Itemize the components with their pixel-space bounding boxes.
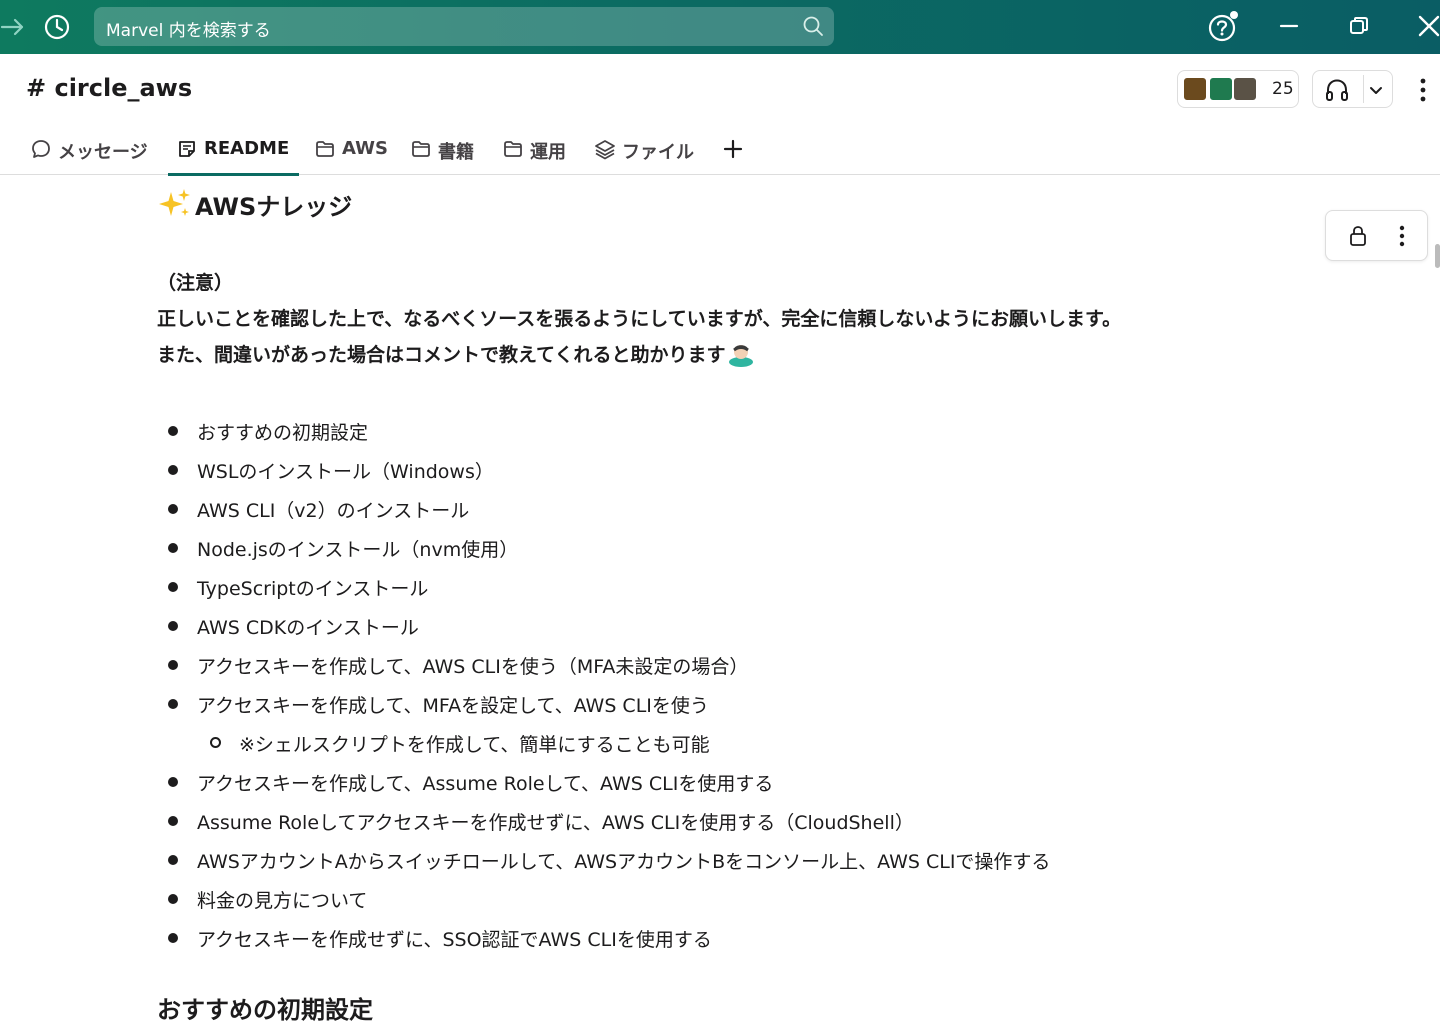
bullet-icon [210, 737, 221, 748]
section-heading: おすすめの初期設定 [157, 996, 373, 1024]
tab-label: AWS [342, 138, 388, 159]
tab-files[interactable]: ファイル [594, 128, 694, 175]
help-icon[interactable] [1207, 11, 1239, 43]
bullet-icon [168, 543, 178, 553]
tab-aws[interactable]: AWS [314, 128, 388, 175]
canvas-icon [179, 141, 195, 157]
bullet-icon [168, 816, 178, 826]
tab-readme[interactable]: README [167, 128, 300, 176]
tab-operations[interactable]: 運用 [502, 128, 566, 175]
document-title: AWSナレッジ [157, 186, 352, 222]
list-item-text[interactable]: 料金の見方について [197, 886, 367, 913]
channel-tabs: メッセージ README AWS 書籍 運用 ファイル [0, 128, 1000, 176]
canvas-document: AWSナレッジ （注意） 正しいことを確認した上で、なるべくソースを張るようにし… [0, 176, 1440, 1036]
search-input[interactable]: Marvel 内を検索する [94, 7, 834, 46]
members-button[interactable]: 25 [1177, 70, 1299, 108]
search-placeholder: Marvel 内を検索する [106, 21, 271, 41]
headphones-icon [1326, 79, 1348, 101]
document-toolbar [1325, 210, 1428, 261]
note-text: 正しいことを確認した上で、なるべくソースを張るようにしていますが、完全に信頼しな… [157, 308, 1122, 330]
list-item-text[interactable]: WSLのインストール（Windows） [197, 457, 494, 484]
bullet-icon [168, 426, 178, 436]
list-item-text[interactable]: Assume Roleしてアクセスキーを作成せずに、AWS CLIを使用する（C… [197, 808, 914, 835]
channel-title[interactable]: # circle_aws [26, 74, 192, 102]
list-item-text[interactable]: TypeScriptのインストール [197, 574, 428, 601]
bullet-icon [168, 582, 178, 592]
lock-icon[interactable] [1347, 224, 1369, 248]
bullet-icon [168, 894, 178, 904]
minimize-icon[interactable] [1276, 13, 1302, 39]
bullet-icon [168, 855, 178, 865]
search-icon [803, 16, 823, 36]
chevron-down-icon[interactable] [1367, 81, 1385, 99]
list-item-text[interactable]: Node.jsのインストール（nvm使用） [197, 535, 518, 562]
list-item-text[interactable]: アクセスキーを作成して、Assume Roleして、AWS CLIを使用する [197, 769, 773, 796]
list-item-text[interactable]: AWS CLI（v2）のインストール [197, 496, 469, 523]
note-heading: （注意） [157, 272, 234, 294]
list-item-text[interactable]: おすすめの初期設定 [197, 418, 368, 445]
add-tab-icon[interactable] [720, 136, 746, 162]
sparkles-icon [159, 189, 190, 216]
list-item-text[interactable]: AWS CDKのインストール [197, 613, 419, 640]
list-item-text[interactable]: AWSアカウントAからスイッチロールして、AWSアカウントBをコンソール上、AW… [197, 847, 1050, 874]
person-bowing-icon [729, 345, 754, 367]
avatar [1232, 76, 1258, 102]
avatar [1182, 76, 1208, 102]
list-item-text[interactable]: アクセスキーを作成して、AWS CLIを使う（MFA未設定の場合） [197, 652, 748, 679]
note-line: 正しいことを確認した上で、なるべくソースを張るようにしていますが、完全に信頼しな… [157, 304, 1121, 331]
more-options-icon[interactable] [1390, 223, 1414, 249]
document-title-text: AWSナレッジ [195, 192, 353, 221]
list-item-text[interactable]: アクセスキーを作成せずに、SSO認証でAWS CLIを使用する [197, 925, 712, 952]
note-text: また、間違いがあった場合はコメントで教えてくれると助かります [157, 343, 726, 366]
bullet-icon [168, 933, 178, 943]
restore-window-icon[interactable] [1346, 13, 1372, 39]
divider [1363, 75, 1364, 103]
bullet-icon [168, 699, 178, 709]
message-icon [32, 140, 50, 158]
close-icon[interactable] [1416, 13, 1440, 39]
tab-label: ファイル [622, 142, 694, 163]
bullet-icon [168, 660, 178, 670]
tab-books[interactable]: 書籍 [410, 128, 474, 175]
folder-icon [412, 141, 430, 157]
list-item-text[interactable]: ※シェルスクリプトを作成して、簡単にすることも可能 [239, 730, 710, 757]
tab-label: 書籍 [438, 142, 474, 163]
history-icon[interactable] [42, 12, 72, 42]
folder-icon [504, 141, 522, 157]
tab-messages[interactable]: メッセージ [30, 128, 148, 175]
channel-header: # circle_aws 25 メッセージ README AWS 書籍 運用 フ… [0, 54, 1440, 176]
member-count: 25 [1272, 79, 1294, 99]
folder-icon [316, 141, 334, 157]
avatar [1208, 76, 1234, 102]
bullet-icon [168, 465, 178, 475]
note-line: また、間違いがあった場合はコメントで教えてくれると助かります [157, 339, 755, 367]
layers-icon [595, 140, 615, 160]
scrollbar[interactable] [1435, 244, 1440, 268]
bullet-icon [168, 504, 178, 514]
tab-label: 運用 [530, 142, 566, 163]
bullet-icon [168, 777, 178, 787]
list-item-text[interactable]: アクセスキーを作成して、MFAを設定して、AWS CLIを使う [197, 691, 709, 718]
huddle-button[interactable] [1312, 70, 1393, 108]
more-options-icon[interactable] [1410, 74, 1436, 106]
title-bar: Marvel 内を検索する [0, 0, 1440, 54]
forward-arrow-icon[interactable] [0, 13, 28, 41]
tab-label: メッセージ [58, 142, 148, 163]
tab-label: README [204, 138, 290, 159]
bullet-icon [168, 621, 178, 631]
